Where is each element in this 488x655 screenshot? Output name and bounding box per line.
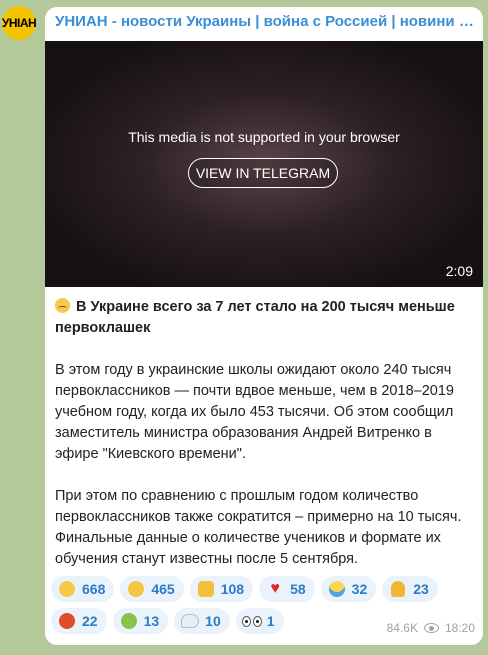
- screaming-face-icon: [328, 580, 346, 598]
- reaction-count: 668: [82, 581, 106, 597]
- nauseated-face-icon: [120, 612, 138, 630]
- reaction-count: 23: [413, 581, 429, 597]
- reaction-nauseated[interactable]: 13: [112, 608, 169, 634]
- message-card: УНИАН - новости Украины | война с Россие…: [45, 7, 483, 645]
- reaction-count: 10: [205, 613, 221, 629]
- folded-hands-icon: [389, 580, 407, 598]
- reaction-scream[interactable]: 32: [320, 576, 377, 602]
- reaction-pray[interactable]: 23: [382, 576, 438, 602]
- reaction-grin[interactable]: 465: [120, 576, 184, 602]
- reaction-count: 1: [266, 613, 275, 629]
- dove-icon: [181, 612, 200, 630]
- headline-text: В Украине всего за 7 лет стало на 200 ты…: [55, 299, 455, 336]
- reaction-heart[interactable]: ♥ 58: [259, 576, 315, 602]
- reaction-count: 58: [290, 581, 306, 597]
- reaction-count: 108: [220, 581, 245, 597]
- heart-icon: ♥: [270, 580, 280, 597]
- post-headline: В Украине всего за 7 лет стало на 200 ты…: [55, 297, 473, 339]
- video-duration: 2:09: [445, 263, 473, 279]
- eye-icon: [423, 623, 439, 633]
- angry-face-icon: [58, 612, 76, 630]
- grinning-face-icon: [127, 580, 145, 598]
- thumbs-up-icon: [197, 580, 215, 598]
- message-time: 18:20: [444, 621, 475, 635]
- avatar-logo-text: УНІАН: [1, 16, 37, 30]
- reaction-eyes[interactable]: 1: [235, 608, 284, 634]
- reaction-count: 13: [143, 613, 160, 629]
- post-paragraph: В этом году в украинские школы ожидают о…: [55, 362, 454, 462]
- channel-title[interactable]: УНИАН - новости Украины | война с Россие…: [55, 13, 475, 30]
- view-count: 84.6K: [386, 621, 418, 635]
- eyes-icon: [241, 612, 262, 630]
- sad-face-icon: [58, 580, 76, 598]
- reaction-dove[interactable]: 10: [174, 608, 230, 634]
- post-paragraph: При этом по сравнению с прошлым годом ко…: [55, 488, 462, 567]
- message-meta: 84.6K 18:20: [387, 621, 475, 635]
- reaction-count: 32: [351, 581, 368, 597]
- unsupported-media-text: This media is not supported in your brow…: [128, 129, 400, 145]
- reaction-thumbs-up[interactable]: 108: [189, 576, 254, 602]
- reaction-count: 22: [82, 613, 98, 629]
- post-text: В Украине всего за 7 лет стало на 200 ты…: [55, 297, 473, 591]
- sad-face-icon: [55, 298, 70, 313]
- reaction-sad[interactable]: 668: [51, 576, 115, 602]
- video-media[interactable]: This media is not supported in your brow…: [45, 41, 483, 287]
- reaction-count: 465: [151, 581, 175, 597]
- view-in-telegram-button[interactable]: VIEW IN TELEGRAM: [188, 158, 338, 188]
- channel-avatar[interactable]: УНІАН: [1, 6, 37, 40]
- reaction-angry[interactable]: 22: [51, 608, 107, 634]
